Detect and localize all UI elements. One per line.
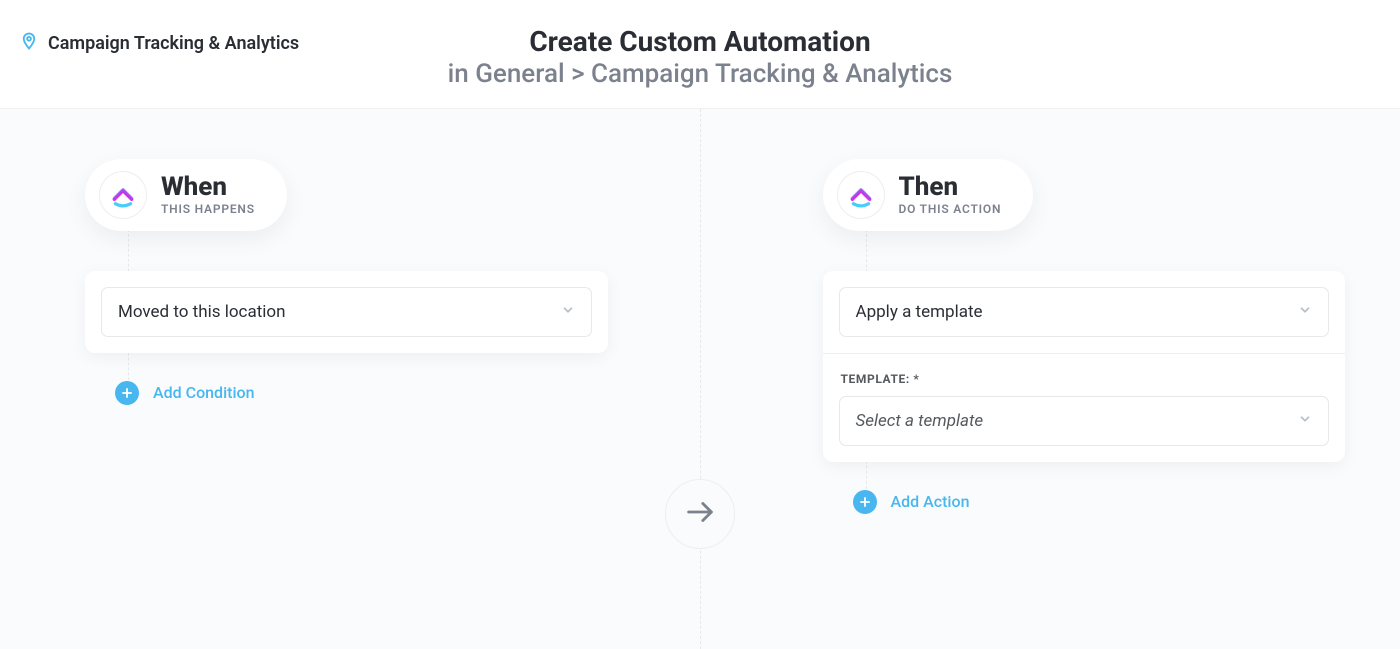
action-card: Apply a template TEMPLATE: * Select a te…	[823, 271, 1346, 462]
trigger-selected-value: Moved to this location	[118, 302, 285, 322]
template-placeholder: Select a template	[856, 411, 984, 431]
then-column: Then DO THIS ACTION Apply a template TEM…	[708, 159, 1400, 649]
plus-icon	[115, 381, 139, 405]
action-select[interactable]: Apply a template	[839, 287, 1330, 337]
when-subtitle: THIS HAPPENS	[161, 202, 255, 216]
when-title: When	[161, 174, 255, 200]
breadcrumb-location: Campaign Tracking & Analytics	[48, 33, 299, 54]
clickup-logo-icon	[99, 171, 147, 219]
plus-icon	[853, 490, 877, 514]
then-header-pill: Then DO THIS ACTION	[823, 159, 1034, 231]
chevron-down-icon	[561, 302, 575, 322]
trigger-card: Moved to this location	[85, 271, 608, 353]
chevron-down-icon	[1298, 411, 1312, 431]
template-field-label: TEMPLATE: *	[841, 372, 1328, 386]
add-condition-label: Add Condition	[153, 383, 255, 402]
when-header-pill: When THIS HAPPENS	[85, 159, 287, 231]
template-select[interactable]: Select a template	[839, 396, 1330, 446]
then-title: Then	[899, 174, 1002, 200]
add-condition-button[interactable]: Add Condition	[85, 381, 608, 405]
action-selected-value: Apply a template	[856, 302, 983, 322]
add-action-label: Add Action	[891, 492, 970, 511]
then-subtitle: DO THIS ACTION	[899, 202, 1002, 216]
when-column: When THIS HAPPENS Moved to this location…	[0, 159, 708, 649]
add-action-button[interactable]: Add Action	[823, 490, 1346, 514]
breadcrumb[interactable]: Campaign Tracking & Analytics	[20, 32, 299, 54]
clickup-logo-icon	[837, 171, 885, 219]
header: Campaign Tracking & Analytics Create Cus…	[0, 0, 1400, 109]
location-pin-icon	[20, 32, 38, 54]
trigger-select[interactable]: Moved to this location	[101, 287, 592, 337]
card-divider	[823, 353, 1346, 354]
page-subtitle: in General > Campaign Tracking & Analyti…	[20, 59, 1380, 90]
chevron-down-icon	[1298, 302, 1312, 322]
automation-canvas: When THIS HAPPENS Moved to this location…	[0, 109, 1400, 649]
